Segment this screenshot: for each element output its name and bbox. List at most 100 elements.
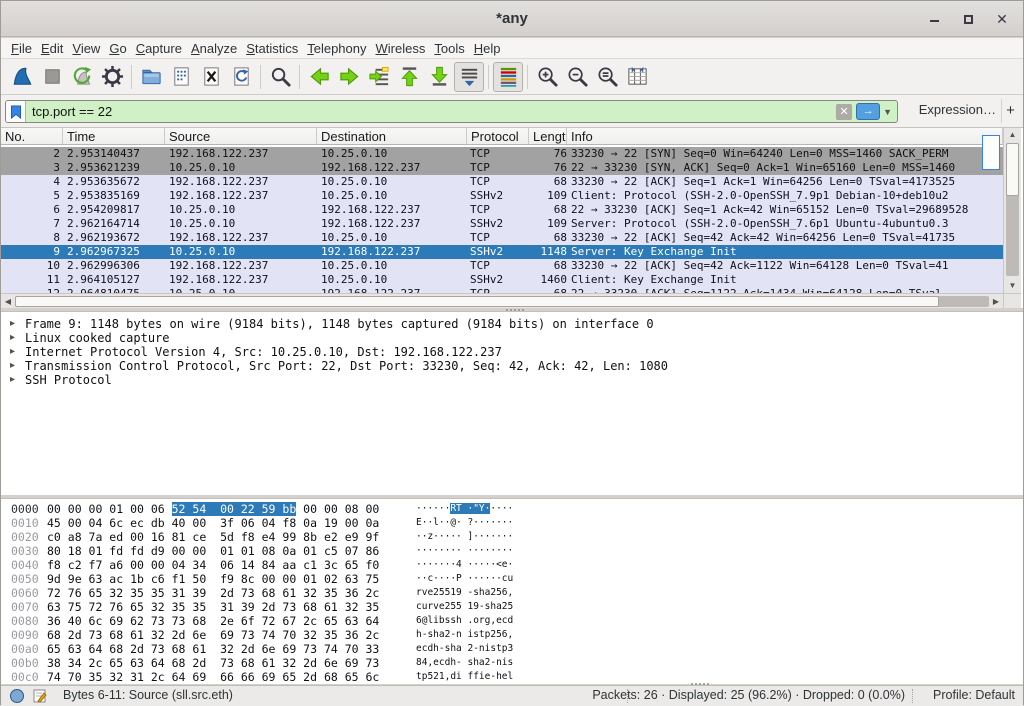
packet-list-horizontal-scrollbar[interactable]: ◀ ▶ — [1, 293, 1003, 308]
minimize-button[interactable] — [923, 9, 945, 29]
colorize-packets-button[interactable] — [493, 62, 523, 92]
hex-row-00b0[interactable]: 00b038 34 2c 65 63 64 68 2d 73 68 61 32 … — [1, 656, 1023, 670]
display-filter-field[interactable]: ✕ → ▼ — [5, 100, 898, 123]
maximize-button[interactable] — [957, 9, 979, 29]
hex-row-0060[interactable]: 006072 76 65 32 35 35 31 39 2d 73 68 61 … — [1, 586, 1023, 600]
title-bar[interactable]: *any ✕ — [1, 1, 1023, 37]
menu-tools[interactable]: Tools — [434, 39, 473, 58]
hex-ascii[interactable]: ··z····· ]······· — [416, 530, 513, 544]
packet-row-10[interactable]: 102.962996306192.168.122.23710.25.0.10TC… — [1, 259, 1003, 273]
menu-telephony[interactable]: Telephony — [307, 39, 375, 58]
packet-list-vertical-scrollbar[interactable]: ▲ ▼ — [1003, 128, 1021, 293]
column-header-time[interactable]: Time — [63, 128, 165, 145]
hex-ascii[interactable]: 6@libssh .org,ecd — [416, 614, 513, 628]
hex-row-00a0[interactable]: 00a065 63 64 68 2d 73 68 61 32 2d 6e 69 … — [1, 642, 1023, 656]
close-file-button[interactable] — [196, 62, 226, 92]
hex-byte-segment[interactable]: 38 34 2c 65 63 64 68 2d 73 68 61 32 2d 6… — [47, 656, 379, 670]
packet-row-6[interactable]: 62.95420981710.25.0.10192.168.122.237TCP… — [1, 203, 1003, 217]
menu-help[interactable]: Help — [474, 39, 510, 58]
packet-row-11[interactable]: 112.964105127192.168.122.23710.25.0.10SS… — [1, 273, 1003, 287]
packet-row-2[interactable]: 22.953140437192.168.122.23710.25.0.10TCP… — [1, 147, 1003, 161]
ascii-segment[interactable]: ········ ········ — [416, 545, 513, 556]
zoom-out-button[interactable] — [562, 62, 592, 92]
filter-bookmark-button[interactable] — [6, 101, 26, 122]
go-first-packet-button[interactable] — [394, 62, 424, 92]
ascii-segment[interactable]: ecdh-sha 2-nistp3 — [416, 643, 513, 654]
packet-row-5[interactable]: 52.953835169192.168.122.23710.25.0.10SSH… — [1, 189, 1003, 203]
reload-file-button[interactable] — [226, 62, 256, 92]
packet-row-4[interactable]: 42.953635672192.168.122.23710.25.0.10TCP… — [1, 175, 1003, 189]
menu-statistics[interactable]: Statistics — [246, 39, 307, 58]
horizontal-scrollbar-thumb[interactable] — [15, 296, 939, 307]
packet-row-7[interactable]: 72.96216471410.25.0.10192.168.122.237SSH… — [1, 217, 1003, 231]
hex-row-0080[interactable]: 008036 40 6c 69 62 73 73 68 2e 6f 72 67 … — [1, 614, 1023, 628]
restart-capture-button[interactable] — [67, 62, 97, 92]
hex-byte-segment[interactable]: 65 63 64 68 2d 73 68 61 32 2d 6e 69 73 7… — [47, 642, 379, 656]
scroll-left-arrow-icon[interactable]: ◀ — [1, 295, 15, 308]
expander-icon[interactable]: ▸ — [10, 345, 15, 359]
ascii-segment[interactable]: ··c····P ······cu — [416, 573, 513, 584]
open-file-button[interactable] — [136, 62, 166, 92]
expander-icon[interactable]: ▸ — [10, 359, 15, 373]
scroll-down-arrow-icon[interactable]: ▼ — [1004, 279, 1021, 293]
detail-line-3[interactable]: ▸Transmission Control Protocol, Src Port… — [1, 359, 1023, 373]
find-packet-button[interactable] — [265, 62, 295, 92]
filter-history-caret[interactable]: ▼ — [883, 107, 892, 117]
hex-bytes[interactable]: 80 18 01 fd fd d9 00 00 01 01 08 0a 01 c… — [47, 544, 379, 558]
hex-byte-segment[interactable]: 68 2d 73 68 61 32 2d 6e 69 73 74 70 32 3… — [47, 628, 379, 642]
menu-wireless[interactable]: Wireless — [376, 39, 435, 58]
stop-capture-button[interactable] — [37, 62, 67, 92]
zoom-in-button[interactable] — [532, 62, 562, 92]
ascii-segment[interactable]: E··l··@· ?······· — [416, 517, 513, 528]
auto-scroll-button[interactable] — [454, 62, 484, 92]
hex-row-0020[interactable]: 0020c0 a8 7a ed 00 16 81 ce 5d f8 e4 99 … — [1, 530, 1023, 544]
detail-line-1[interactable]: ▸Linux cooked capture — [1, 331, 1023, 345]
packet-row-3[interactable]: 32.95362123910.25.0.10192.168.122.237TCP… — [1, 161, 1003, 175]
display-filter-input[interactable] — [26, 104, 836, 119]
column-header-length[interactable]: Length — [529, 128, 567, 145]
hex-bytes[interactable]: 36 40 6c 69 62 73 73 68 2e 6f 72 67 2c 6… — [47, 614, 379, 628]
hex-byte-segment[interactable]: 00 00 00 01 00 06 — [47, 502, 172, 516]
column-header-destination[interactable]: Destination — [317, 128, 467, 145]
menu-file[interactable]: File — [11, 39, 41, 58]
hex-ascii[interactable]: h-sha2-n istp256, — [416, 628, 513, 642]
menu-analyze[interactable]: Analyze — [191, 39, 246, 58]
ascii-segment[interactable]: curve255 19-sha25 — [416, 601, 513, 612]
hex-bytes[interactable]: 72 76 65 32 35 35 31 39 2d 73 68 61 32 3… — [47, 586, 379, 600]
hex-ascii[interactable]: ········ ········ — [416, 544, 513, 558]
go-back-button[interactable] — [304, 62, 334, 92]
packet-row-9[interactable]: 92.96296732510.25.0.10192.168.122.237SSH… — [1, 245, 1003, 259]
hex-byte-segment[interactable]: 9d 9e 63 ac 1b c6 f1 50 f9 8c 00 00 01 0… — [47, 572, 379, 586]
resize-columns-button[interactable] — [622, 62, 652, 92]
detail-line-4[interactable]: ▸SSH Protocol — [1, 373, 1023, 387]
hex-ascii[interactable]: ······RT ·"Y····· — [416, 502, 513, 516]
hex-bytes[interactable]: 63 75 72 76 65 32 35 35 31 39 2d 73 68 6… — [47, 600, 379, 614]
ascii-segment[interactable]: ·······4 ·····<e· — [416, 559, 513, 570]
ascii-segment[interactable]: 6@libssh .org,ecd — [416, 615, 513, 626]
save-file-button[interactable] — [166, 62, 196, 92]
vertical-scrollbar-thumb[interactable] — [1006, 143, 1019, 196]
hex-byte-segment[interactable]: 36 40 6c 69 62 73 73 68 2e 6f 72 67 2c 6… — [47, 614, 379, 628]
expression-button[interactable]: Expression… — [919, 102, 996, 117]
hex-row-0070[interactable]: 007063 75 72 76 65 32 35 35 31 39 2d 73 … — [1, 600, 1023, 614]
hex-byte-segment[interactable]: c0 a8 7a ed 00 16 81 ce 5d f8 e4 99 8b e… — [47, 530, 379, 544]
hex-ascii[interactable]: ··c····P ······cu — [416, 572, 513, 586]
hex-byte-segment[interactable]: 00 00 08 00 — [296, 502, 379, 516]
hex-bytes[interactable]: 68 2d 73 68 61 32 2d 6e 69 73 74 70 32 3… — [47, 628, 379, 642]
column-header-info[interactable]: Info — [567, 128, 1003, 145]
column-header-protocol[interactable]: Protocol — [467, 128, 529, 145]
hex-bytes[interactable]: c0 a8 7a ed 00 16 81 ce 5d f8 e4 99 8b e… — [47, 530, 379, 544]
detail-line-2[interactable]: ▸Internet Protocol Version 4, Src: 10.25… — [1, 345, 1023, 359]
ascii-segment[interactable]: h-sha2-n istp256, — [416, 629, 513, 640]
hex-ascii[interactable]: curve255 19-sha25 — [416, 600, 513, 614]
hex-row-0030[interactable]: 003080 18 01 fd fd d9 00 00 01 01 08 0a … — [1, 544, 1023, 558]
hex-ascii[interactable]: E··l··@· ?······· — [416, 516, 513, 530]
close-button[interactable]: ✕ — [991, 9, 1013, 29]
hex-ascii[interactable]: 84,ecdh- sha2-nis — [416, 656, 513, 670]
menu-edit[interactable]: Edit — [41, 39, 72, 58]
menu-capture[interactable]: Capture — [136, 39, 191, 58]
filter-apply-button[interactable]: → — [856, 103, 880, 120]
go-last-packet-button[interactable] — [424, 62, 454, 92]
hex-bytes[interactable]: 9d 9e 63 ac 1b c6 f1 50 f9 8c 00 00 01 0… — [47, 572, 379, 586]
go-forward-button[interactable] — [334, 62, 364, 92]
